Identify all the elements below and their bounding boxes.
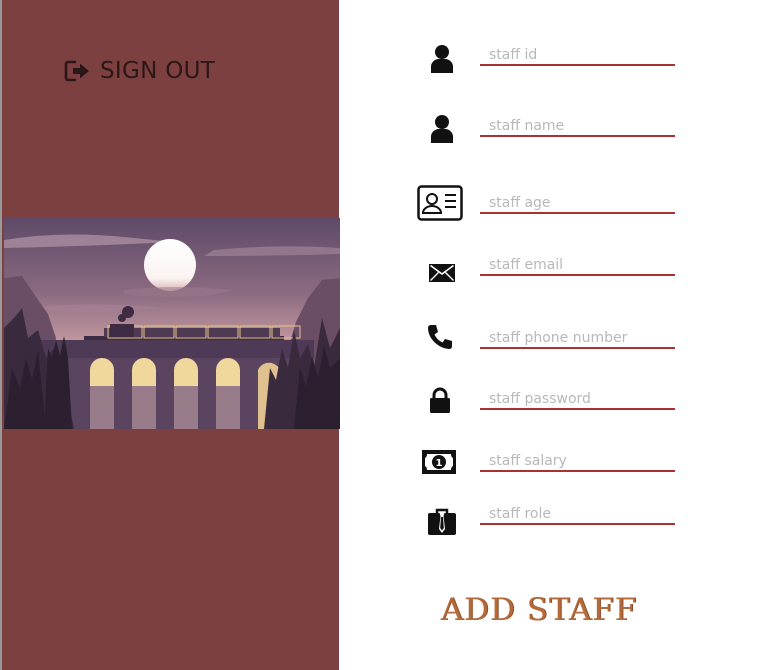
lock-icon	[430, 387, 450, 413]
staff-email-input[interactable]	[480, 256, 675, 276]
sign-out-icon	[64, 60, 89, 82]
sign-out-button[interactable]: SIGN OUT	[64, 58, 215, 84]
svg-text:1: 1	[436, 458, 443, 469]
train-viaduct-illustration	[4, 218, 340, 429]
staff-age-input[interactable]	[480, 194, 675, 214]
staff-phone-input[interactable]	[480, 329, 675, 349]
briefcase-icon	[428, 508, 456, 535]
id-card-icon	[417, 185, 463, 221]
staff-form: 1 ADD STAFF	[339, 0, 771, 670]
staff-id-input[interactable]	[480, 46, 675, 66]
envelope-icon	[429, 264, 455, 282]
add-staff-button[interactable]: ADD STAFF	[439, 592, 639, 628]
user-icon	[431, 115, 453, 143]
staff-password-input[interactable]	[480, 390, 675, 410]
phone-icon	[428, 325, 452, 349]
sidebar: SIGN OUT	[0, 0, 340, 670]
staff-role-input[interactable]	[480, 505, 675, 525]
money-icon: 1	[422, 450, 456, 474]
staff-name-input[interactable]	[480, 117, 675, 137]
sign-out-label: SIGN OUT	[100, 58, 216, 84]
staff-salary-input[interactable]	[480, 452, 675, 472]
user-icon	[431, 45, 453, 73]
